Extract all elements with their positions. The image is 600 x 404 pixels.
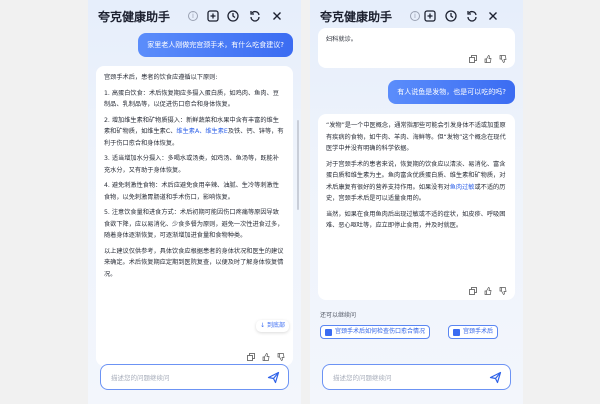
suggestions-label: 还可以继续问 bbox=[320, 312, 357, 319]
message-input-box[interactable] bbox=[322, 364, 511, 390]
suggestion-chip[interactable]: 宫颈手术后 bbox=[448, 325, 499, 339]
chip-icon bbox=[453, 329, 460, 336]
ai-point-1: 1. 高蛋白饮食：术后恢复期应多摄入蛋白质，如鸡肉、鱼肉、豆制品、乳制品等，以促… bbox=[104, 89, 279, 109]
ai-response-card: “发物”是一个中医概念，通常指那些可能会引发身体不适或加重原有疾病的食物，如牛肉… bbox=[318, 114, 515, 300]
close-icon[interactable] bbox=[270, 9, 284, 23]
info-icon[interactable]: i bbox=[188, 11, 198, 21]
ai-point-5: 5. 注意饮食量和进食方式：术后初期可能因伤口疼痛等原因导致食欲下降，应以易消化… bbox=[104, 209, 284, 239]
response-actions bbox=[469, 55, 507, 63]
scrollbar[interactable] bbox=[297, 120, 299, 210]
response-actions bbox=[469, 287, 507, 295]
refresh-icon[interactable] bbox=[465, 9, 479, 23]
copy-icon[interactable] bbox=[469, 287, 477, 295]
info-icon[interactable]: i bbox=[410, 11, 420, 21]
send-icon[interactable] bbox=[489, 371, 502, 384]
ai-previous-text: 妇科就诊。 bbox=[326, 36, 357, 43]
add-square-icon[interactable] bbox=[423, 9, 437, 23]
chip-icon bbox=[325, 329, 332, 336]
copy-icon[interactable] bbox=[469, 55, 477, 63]
link-fish-allergy[interactable]: 鱼肉过敏 bbox=[450, 184, 475, 191]
user-message-bubble: 家里老人刚做完宫颈手术，有什么吃食建议? bbox=[138, 33, 293, 57]
app-title: 夸克健康助手 bbox=[320, 10, 393, 24]
add-square-icon[interactable] bbox=[206, 9, 220, 23]
refresh-icon[interactable] bbox=[248, 9, 262, 23]
ai-disclaimer: 以上建议仅供参考，具体饮食应根据患者的身体状况和医生的建议来确定。术后恢复期应定… bbox=[104, 247, 284, 278]
history-clock-icon[interactable] bbox=[444, 9, 458, 23]
message-input-box[interactable] bbox=[100, 364, 289, 390]
user-message-bubble: 有人说鱼是发物，也是可以吃的吗? bbox=[388, 80, 515, 104]
chat-panel-right: 夸克健康助手 i 妇科就诊。 有人说鱼是发物，也是可以吃的吗? “发物”是一个中… bbox=[310, 0, 523, 404]
ai-response-card-previous: 妇科就诊。 bbox=[318, 28, 515, 68]
ai-paragraph-3: 当然，如果在食用鱼肉后出现过敏或不适的症状，如皮疹、呼吸困难、恶心呕吐等，应立即… bbox=[326, 210, 506, 230]
close-icon[interactable] bbox=[486, 9, 500, 23]
thumbs-down-icon[interactable] bbox=[499, 287, 507, 295]
thumbs-up-icon[interactable] bbox=[262, 353, 270, 361]
response-actions bbox=[247, 353, 285, 361]
thumbs-down-icon[interactable] bbox=[277, 353, 285, 361]
message-input[interactable] bbox=[111, 371, 241, 384]
thumbs-up-icon[interactable] bbox=[484, 55, 492, 63]
thumbs-down-icon[interactable] bbox=[499, 55, 507, 63]
thumbs-up-icon[interactable] bbox=[484, 287, 492, 295]
ai-point-2: 2. 增加维生素和矿物质摄入：新鲜蔬菜和水果中含有丰富的维生素和矿物质，如维生素… bbox=[104, 116, 284, 147]
app-title: 夸克健康助手 bbox=[98, 10, 171, 24]
history-clock-icon[interactable] bbox=[226, 9, 240, 23]
ai-point-4: 4. 避免刺激性食物：术后应避免食用辛辣、油腻、生冷等刺激性食物，以免刺激胃肠道… bbox=[104, 182, 279, 201]
header: 夸克健康助手 i bbox=[88, 0, 301, 32]
link-vitamin-a[interactable]: 维生素A bbox=[176, 128, 199, 135]
link-vitamin-e[interactable]: 、维生素E bbox=[199, 128, 228, 135]
ai-intro: 宫颈手术后，患者的饮食应遵循以下原则: bbox=[104, 74, 218, 81]
chat-panel-left: 夸克健康助手 i 家里老人刚做完宫颈手术，有什么吃食建议? 宫颈手术后，患者的饮… bbox=[88, 0, 301, 404]
send-icon[interactable] bbox=[267, 371, 280, 384]
scroll-to-bottom-button[interactable]: ↓ 到底部 bbox=[256, 320, 289, 332]
copy-icon[interactable] bbox=[247, 353, 255, 361]
message-input[interactable] bbox=[333, 371, 463, 384]
ai-point-3: 3. 适当增加水分摄入：多喝水或汤类，如鸡汤、鱼汤等，既能补充水分，又有助于身体… bbox=[104, 155, 279, 174]
ai-paragraph-2: 对于宫颈手术的患者来说，恢复期的饮食应以清淡、易消化、富含蛋白质和维生素为主。鱼… bbox=[326, 160, 506, 203]
ai-paragraph-1: “发物”是一个中医概念，通常指那些可能会引发身体不适或加重原有疾病的食物，如牛肉… bbox=[326, 122, 506, 152]
suggestion-chip[interactable]: 宫颈手术后如何检查伤口愈合情况 bbox=[320, 325, 431, 339]
